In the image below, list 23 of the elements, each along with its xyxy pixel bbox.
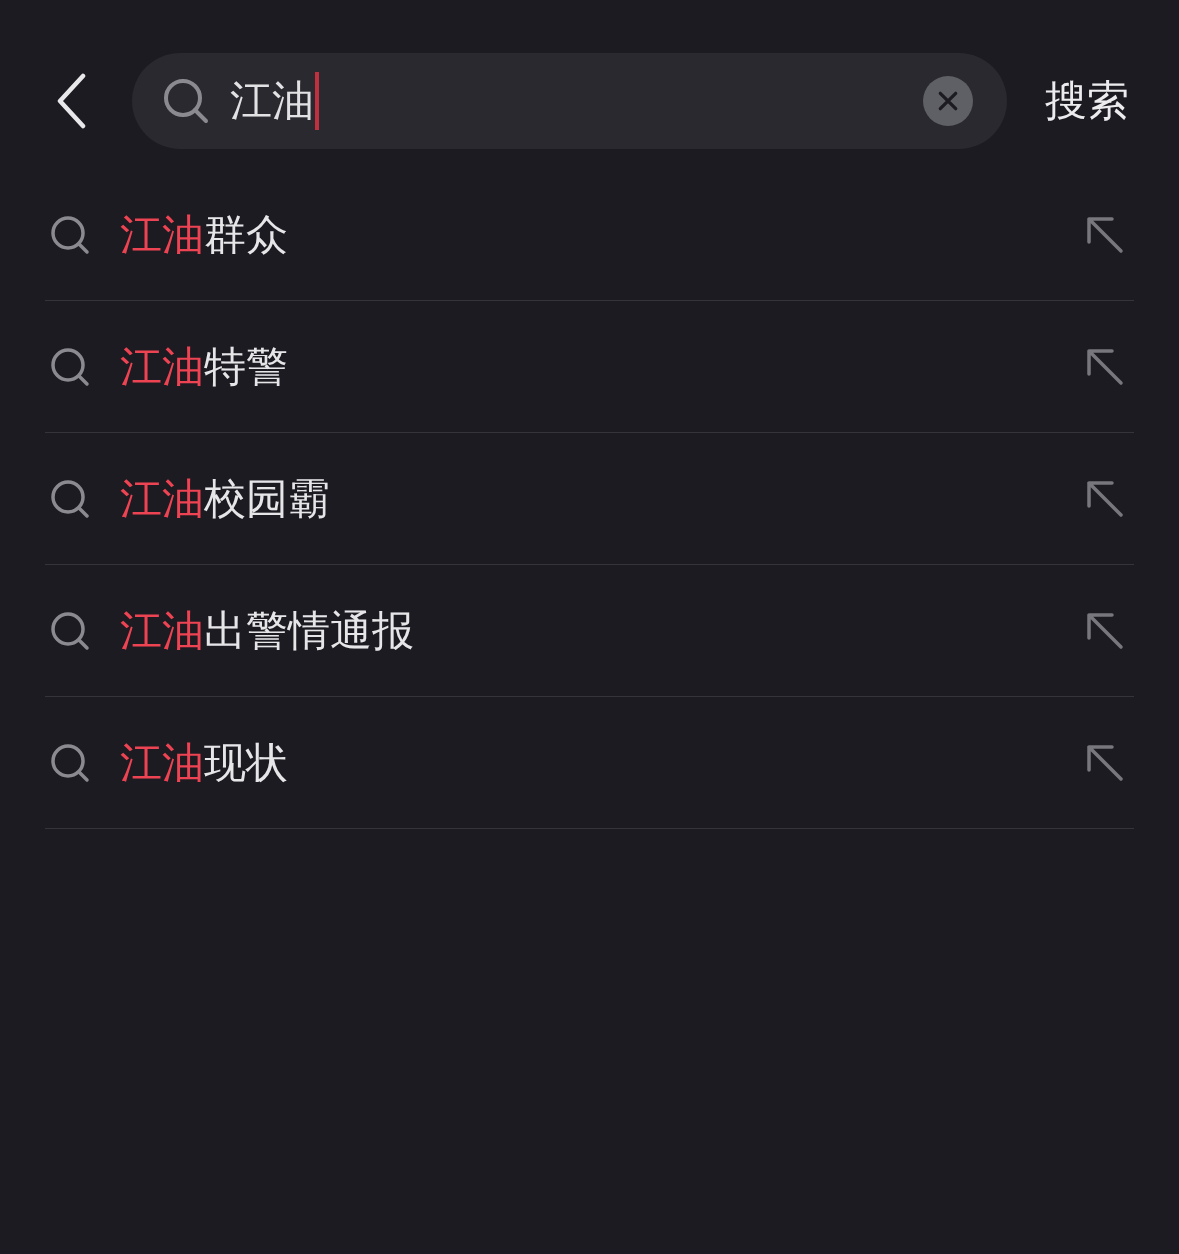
suggestion-item[interactable]: 江油出警情通报 (120, 602, 1086, 659)
search-icon (50, 478, 90, 519)
arrow-icon[interactable] (1086, 215, 1124, 254)
search-bar[interactable]: 江油 (132, 53, 1007, 149)
search-icon (50, 742, 90, 783)
search-icon (50, 346, 90, 387)
search-icon (50, 610, 90, 651)
suggestion-item[interactable]: 江油特警 (120, 338, 1086, 395)
back-icon[interactable] (55, 73, 87, 129)
search-button[interactable]: 搜索 (1045, 73, 1129, 129)
suggestion-item[interactable]: 江油校园霸 (120, 470, 1086, 527)
search-icon (50, 214, 90, 255)
arrow-icon[interactable] (1086, 479, 1124, 518)
arrow-icon[interactable] (1086, 743, 1124, 782)
suggestion-item[interactable]: 江油现状 (120, 734, 1086, 791)
search-input[interactable]: 江油 (230, 80, 314, 122)
close-icon (937, 90, 959, 112)
arrow-icon[interactable] (1086, 347, 1124, 386)
clear-button[interactable] (923, 76, 973, 126)
suggestion-item[interactable]: 江油群众 (120, 206, 1086, 263)
search-icon (162, 77, 210, 125)
arrow-icon[interactable] (1086, 611, 1124, 650)
text-cursor (315, 72, 319, 130)
